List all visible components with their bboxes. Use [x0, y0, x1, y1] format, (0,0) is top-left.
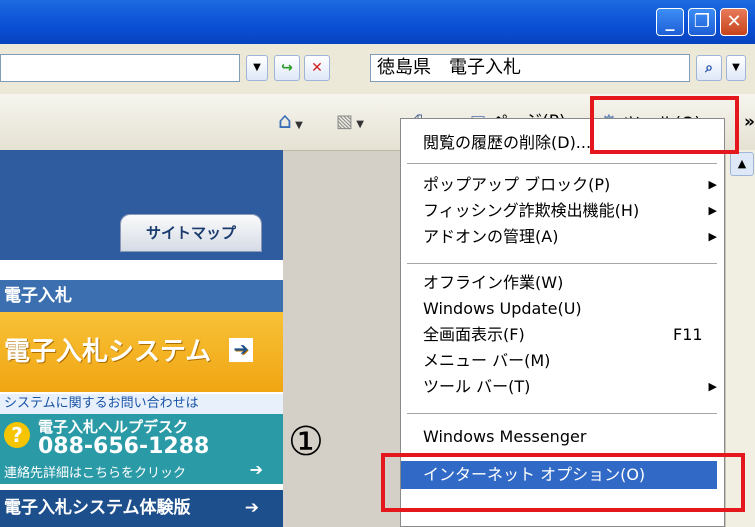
arrow-right-icon: ➔ — [229, 338, 253, 362]
sitemap-tab[interactable]: サイトマップ — [120, 214, 262, 252]
menu-separator — [407, 163, 717, 164]
close-window-button[interactable]: ✕ — [720, 8, 748, 36]
search-icon: ⌕ — [705, 60, 713, 76]
submenu-arrow-icon: ▶ — [708, 178, 717, 191]
web-page: サイトマップ 電子入札 電子入札システム ➔ システムに関するお問い合わせは ? … — [0, 150, 283, 527]
question-icon: ? — [4, 422, 30, 448]
search-input[interactable]: 徳島県 電子入札 — [370, 54, 690, 82]
menu-item-label: オフライン作業(W) — [423, 273, 564, 292]
home-button[interactable]: ⌂ ▼ — [278, 108, 303, 136]
system-button-label: 電子入札システム — [4, 337, 212, 367]
rss-icon: ▧ — [336, 111, 354, 132]
menu-item-label: メニュー バー(M) — [423, 351, 551, 370]
submenu-arrow-icon: ▶ — [708, 204, 717, 217]
stop-button[interactable]: ✕ — [304, 55, 330, 81]
helpdesk-banner[interactable]: ? 電子入札ヘルプデスク 088-656-1288 連絡先詳細はこちらをクリック… — [0, 414, 283, 484]
submenu-arrow-icon: ▶ — [708, 230, 717, 243]
helpdesk-phone: 088-656-1288 — [38, 434, 210, 459]
helpdesk-note[interactable]: 連絡先詳細はこちらをクリック — [4, 462, 186, 481]
inquiry-text: システムに関するお問い合わせは — [0, 394, 283, 414]
step-marker: ① — [288, 419, 324, 465]
page-header-area: サイトマップ — [0, 150, 283, 260]
menu-item-label: 全画面表示(F) — [423, 325, 525, 344]
menu-item-manage-addons[interactable]: アドオンの管理(A) ▶ — [423, 225, 723, 249]
menu-item-menu-bar[interactable]: メニュー バー(M) — [423, 349, 550, 373]
address-bar-row: ▼ ↪ ✕ 徳島県 電子入札 ⌕ ▼ — [0, 44, 755, 95]
menu-item-toolbars[interactable]: ツール バー(T) ▶ — [423, 375, 723, 399]
menu-item-delete-history[interactable]: 閲覧の履歴の削除(D)... — [423, 131, 591, 155]
menu-item-windows-update[interactable]: Windows Update(U) — [423, 297, 582, 321]
chevron-down-icon: ▼ — [291, 120, 303, 131]
toolbar-overflow-button[interactable]: » — [744, 108, 755, 136]
feeds-button[interactable]: ▧ ▼ — [336, 108, 364, 136]
menu-item-label: Windows Messenger — [423, 427, 587, 446]
restore-button[interactable]: ❐ — [688, 8, 716, 36]
arrow-right-icon: ➔ — [249, 460, 263, 479]
submenu-arrow-icon: ▶ — [708, 380, 717, 393]
address-dropdown-button[interactable]: ▼ — [246, 55, 268, 81]
menu-item-label: ポップアップ ブロック(P) — [423, 175, 611, 194]
menu-item-shortcut: F11 — [673, 325, 703, 344]
chevron-down-icon: ▼ — [353, 119, 364, 130]
menu-item-phishing-filter[interactable]: フィッシング詐欺検出機能(H) ▶ — [423, 199, 723, 223]
menu-item-label: ツール バー(T) — [423, 377, 531, 396]
chevron-down-icon: ▼ — [253, 62, 261, 73]
chevron-down-icon: ▼ — [732, 62, 740, 73]
home-icon: ⌂ — [278, 109, 292, 134]
section-heading: 電子入札 — [0, 280, 283, 312]
scroll-up-icon[interactable]: ▲ — [730, 152, 754, 176]
menu-item-label: アドオンの管理(A) — [423, 227, 559, 246]
trial-version-link[interactable]: 電子入札システム体験版 ➔ — [0, 490, 283, 527]
e-bidding-system-button[interactable]: 電子入札システム ➔ — [0, 312, 283, 392]
menu-separator — [407, 413, 717, 414]
menu-item-work-offline[interactable]: オフライン作業(W) — [423, 271, 563, 295]
refresh-button[interactable]: ↪ — [274, 55, 300, 81]
search-button[interactable]: ⌕ — [696, 55, 722, 81]
trial-label: 電子入札システム体験版 — [4, 498, 191, 518]
menu-separator — [407, 263, 717, 264]
menu-item-full-screen[interactable]: 全画面表示(F) F11 — [423, 323, 703, 347]
refresh-icon: ↪ — [281, 60, 293, 76]
menu-item-label: フィッシング詐欺検出機能(H) — [423, 201, 640, 220]
menu-item-label: Windows Update(U) — [423, 299, 582, 318]
minimize-button[interactable]: _ — [656, 8, 684, 36]
address-input[interactable] — [0, 54, 240, 82]
stop-icon: ✕ — [311, 60, 323, 76]
internet-options-highlight-box — [381, 453, 745, 512]
arrow-right-icon: ➔ — [244, 498, 259, 518]
search-options-button[interactable]: ▼ — [726, 55, 746, 81]
menu-item-windows-messenger[interactable]: Windows Messenger — [423, 425, 586, 449]
menu-item-label: 閲覧の履歴の削除(D)... — [423, 133, 592, 152]
tools-highlight-box — [590, 96, 739, 154]
title-bar: _ ❐ ✕ — [0, 0, 755, 44]
menu-item-popup-blocker[interactable]: ポップアップ ブロック(P) ▶ — [423, 173, 723, 197]
